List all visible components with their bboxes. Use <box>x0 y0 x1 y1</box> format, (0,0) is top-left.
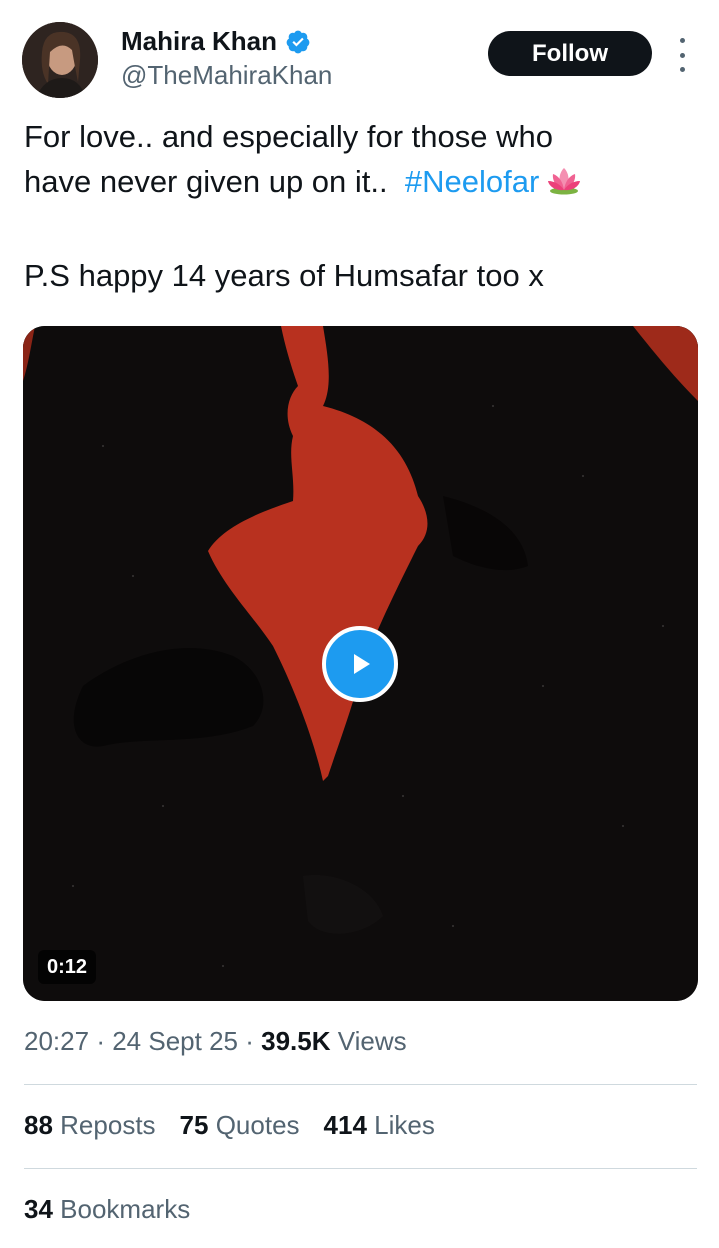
video-duration-badge: 0:12 <box>38 950 97 984</box>
tweet-date[interactable]: 24 Sept 25 <box>112 1026 238 1056</box>
bookmarks-stat[interactable]: 34 Bookmarks <box>24 1194 190 1225</box>
tweet-text: For love.. and especially for those who … <box>24 114 694 298</box>
reposts-label: Reposts <box>60 1110 156 1140</box>
engagement-stats: 88 Reposts 75 Quotes 414 Likes <box>24 1110 435 1141</box>
bookmarks-label: Bookmarks <box>60 1194 191 1224</box>
reposts-stat[interactable]: 88 Reposts <box>24 1110 156 1141</box>
tweet-line-3: P.S happy 14 years of Humsafar too x <box>24 258 544 293</box>
author-handle[interactable]: @TheMahiraKhan <box>121 60 332 91</box>
quotes-count: 75 <box>179 1110 209 1140</box>
tweet-blank-line <box>24 208 694 253</box>
views-count: 39.5K <box>261 1026 331 1056</box>
likes-label: Likes <box>374 1110 435 1140</box>
quotes-stat[interactable]: 75 Quotes <box>180 1110 300 1141</box>
reposts-count: 88 <box>24 1110 53 1140</box>
play-icon <box>354 654 370 674</box>
tweet-line-1: For love.. and especially for those who <box>24 119 553 154</box>
follow-button[interactable]: Follow <box>488 31 652 76</box>
verified-badge-icon <box>285 29 311 55</box>
meta-separator: · <box>245 1026 254 1056</box>
bookmarks-count: 34 <box>24 1194 53 1224</box>
quotes-label: Quotes <box>215 1110 300 1140</box>
tweet-line-2: have never given up on it.. #Neelofar <box>24 159 694 208</box>
divider <box>24 1084 697 1085</box>
author-name-row[interactable]: Mahira Khan <box>121 26 311 57</box>
tweet-line-2-text: have never given up on it.. <box>24 164 388 199</box>
tweet-time[interactable]: 20:27 <box>24 1026 89 1056</box>
meta-separator: · <box>96 1026 105 1056</box>
likes-stat[interactable]: 414 Likes <box>324 1110 435 1141</box>
avatar[interactable] <box>22 22 98 98</box>
likes-count: 414 <box>323 1110 367 1140</box>
play-button[interactable] <box>322 626 398 702</box>
lotus-icon <box>547 163 581 208</box>
views-label: Views <box>337 1026 407 1056</box>
tweet-meta: 20:27 · 24 Sept 25 · 39.5K Views <box>24 1026 407 1057</box>
hashtag-link[interactable]: #Neelofar <box>405 164 539 199</box>
more-vertical-icon[interactable] <box>672 38 692 72</box>
author-name[interactable]: Mahira Khan <box>121 26 277 57</box>
divider <box>24 1168 697 1169</box>
